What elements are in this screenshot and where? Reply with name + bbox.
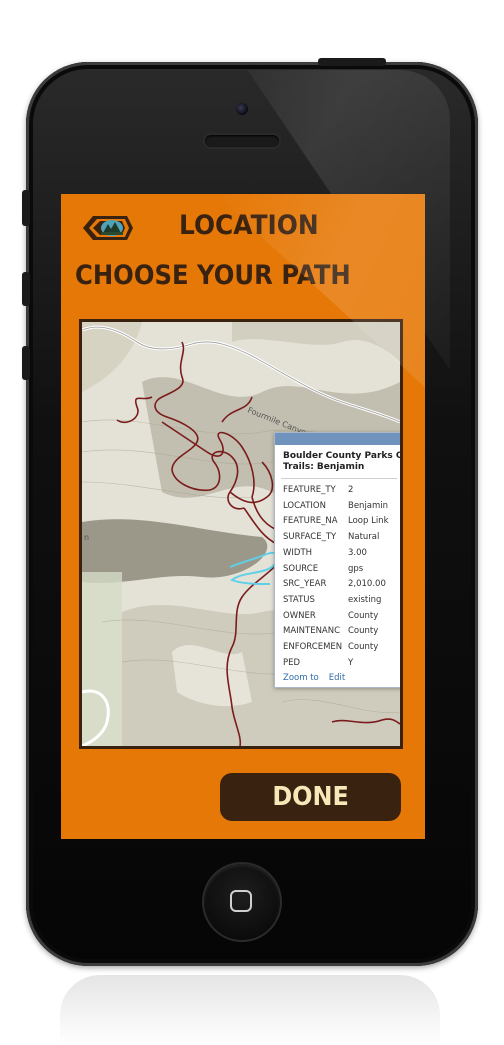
popup-attributes: FEATURE_TY 2 LOCATION Benjamin FEATURE_NA L…: [275, 483, 400, 672]
attribute-key: ENFORCEMEN: [283, 642, 343, 653]
attribute-row: PED Y: [275, 656, 400, 672]
attribute-row: FEATURE_TY 2: [275, 483, 400, 499]
earpiece-speaker: [205, 135, 279, 147]
attribute-key: WIDTH: [283, 547, 313, 558]
zoom-to-link[interactable]: Zoom to: [283, 673, 319, 683]
attribute-key: FEATURE_NA: [283, 516, 338, 527]
phone-reflection: [60, 975, 440, 1045]
popup-title-line1: Boulder County Parks Op: [283, 451, 403, 461]
trail-map[interactable]: Fourmile Canyon D n Boulder County Parks…: [79, 319, 403, 749]
home-button[interactable]: [204, 864, 280, 940]
attribute-key: SOURCE: [283, 563, 319, 574]
attribute-key: MAINTENANC: [283, 626, 341, 637]
popup-divider: [281, 478, 397, 479]
volume-up-button: [22, 272, 30, 306]
attribute-key: FEATURE_TY: [283, 485, 336, 495]
attribute-row: FEATURE_NA Loop Link: [275, 514, 400, 530]
attribute-value: existing: [348, 594, 382, 605]
attribute-value: County: [348, 626, 379, 637]
attribute-value: County: [348, 642, 379, 653]
app-screen: LOCATION CHOOSE YOUR PATH Fourmile Canyo…: [61, 194, 425, 839]
map-edge-label: n: [84, 533, 89, 542]
done-button[interactable]: DONE: [220, 773, 401, 821]
edit-link[interactable]: Edit: [329, 673, 345, 683]
attribute-row: ENFORCEMEN County: [275, 640, 400, 656]
popup-header-bar: [275, 433, 400, 445]
attribute-row: STATUS existing: [275, 593, 400, 609]
attribute-key: SURFACE_TY: [283, 532, 337, 543]
back-arrow-badge-icon: [83, 216, 133, 240]
attribute-key: SRC_YEAR: [283, 579, 327, 590]
popup-title: Boulder County Parks Op Trails: Benjamin: [275, 445, 403, 473]
attribute-row: SRC_YEAR 2,010.00: [275, 577, 400, 593]
attribute-value: 2: [348, 485, 354, 495]
done-button-label: DONE: [272, 782, 349, 812]
front-camera: [236, 103, 248, 115]
attribute-row: OWNER County: [275, 609, 400, 625]
power-button: [318, 58, 386, 66]
page-subtitle: CHOOSE YOUR PATH: [75, 260, 351, 291]
attribute-value: Benjamin: [348, 500, 389, 511]
page-title: LOCATION: [179, 210, 319, 241]
attribute-key: LOCATION: [283, 500, 326, 511]
attribute-key: OWNER: [283, 610, 316, 621]
attribute-row: MAINTENANC County: [275, 624, 400, 640]
attribute-row: SOURCE gps: [275, 562, 400, 578]
attribute-value: County: [348, 610, 379, 621]
popup-title-line2: Trails: Benjamin: [283, 462, 365, 472]
attribute-value: gps: [348, 563, 364, 574]
attribute-value: 2,010.00: [348, 579, 386, 590]
popup-actions: Zoom to Edit: [275, 671, 400, 683]
attribute-row: SURFACE_TY Natural: [275, 530, 400, 546]
attribute-value: 3.00: [348, 547, 367, 558]
attribute-value: Loop Link: [348, 516, 389, 527]
attribute-key: STATUS: [283, 594, 315, 605]
attribute-row: LOCATION Benjamin: [275, 499, 400, 515]
back-button[interactable]: [81, 212, 135, 244]
volume-down-button: [22, 346, 30, 380]
attribute-value: Natural: [348, 532, 380, 543]
feature-popup[interactable]: Boulder County Parks Op Trails: Benjamin…: [274, 432, 403, 688]
home-square-icon: [230, 890, 252, 912]
attribute-key: PED: [283, 657, 301, 668]
attribute-value: Y: [348, 657, 354, 668]
attribute-row: WIDTH 3.00: [275, 546, 400, 562]
mute-switch: [22, 190, 30, 226]
